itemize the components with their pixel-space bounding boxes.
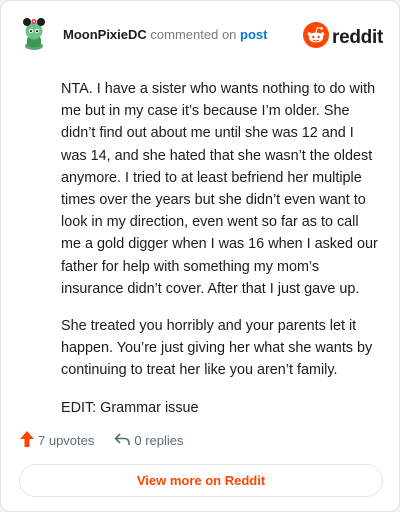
post-link[interactable]: post: [240, 27, 267, 42]
comment-paragraph: NTA. I have a sister who wants nothing t…: [61, 81, 378, 297]
view-more-button[interactable]: View more on Reddit: [19, 464, 383, 497]
upvote-arrow-icon: [20, 430, 34, 450]
avatar[interactable]: [19, 17, 49, 51]
reply-arrow-icon: [114, 432, 131, 449]
reddit-logo-icon: [303, 22, 330, 53]
comment-embed-card: MoonPixieDC commented on post reddit NTA…: [0, 0, 400, 512]
reply-action[interactable]: 0 replies: [114, 432, 184, 449]
upvote-count: 7 upvotes: [38, 432, 95, 448]
reply-count: 0 replies: [134, 432, 184, 448]
comment-paragraph: She treated you horribly and your parent…: [61, 318, 373, 379]
reddit-brand[interactable]: reddit: [303, 22, 383, 53]
comment-body: NTA. I have a sister who wants nothing t…: [61, 78, 379, 434]
username-link[interactable]: MoonPixieDC: [63, 27, 147, 42]
comment-footer: 7 upvotes 0 replies: [20, 430, 184, 450]
byline: MoonPixieDC commented on post: [63, 27, 268, 42]
reddit-wordmark: reddit: [332, 26, 383, 48]
comment-paragraph: EDIT: Grammar issue: [61, 399, 199, 416]
upvote-action[interactable]: 7 upvotes: [20, 430, 95, 450]
byline-verb: commented on: [150, 26, 237, 42]
comment-header: MoonPixieDC commented on post reddit: [19, 17, 383, 51]
